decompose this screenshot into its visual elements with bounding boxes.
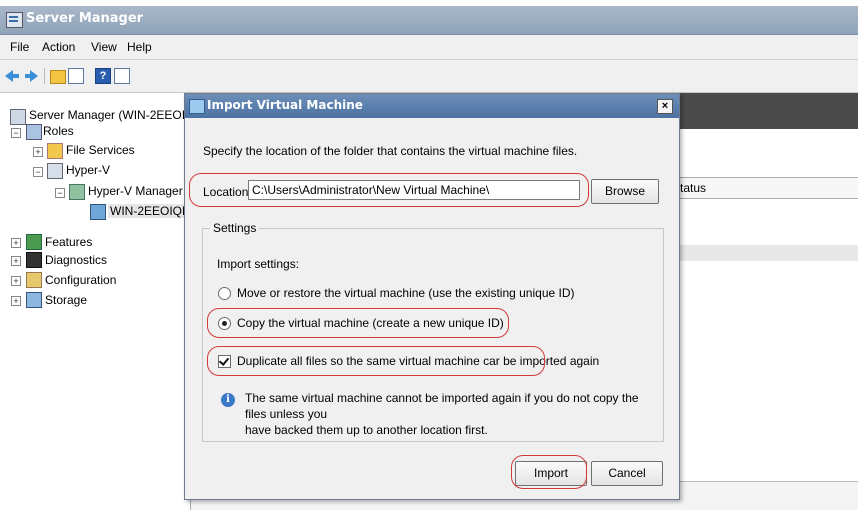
menu-file[interactable]: File	[10, 40, 29, 54]
hyperv-icon	[47, 163, 63, 179]
info-text-line-2: have backed them up to another location …	[245, 423, 488, 437]
tree-diagnostics[interactable]: Diagnostics	[45, 253, 107, 267]
expand-storage-icon[interactable]: +	[11, 296, 21, 306]
configuration-icon	[26, 272, 42, 288]
menu-view[interactable]: View	[91, 40, 117, 54]
roles-icon	[26, 124, 42, 140]
close-icon[interactable]: ×	[657, 99, 673, 114]
duplicate-option-highlight	[207, 346, 545, 376]
features-icon	[26, 234, 42, 250]
back-arrow-icon[interactable]	[4, 68, 20, 84]
collapse-roles-icon[interactable]: −	[11, 128, 21, 138]
server-manager-icon	[6, 12, 23, 28]
tree-features[interactable]: Features	[45, 235, 92, 249]
status-column-header[interactable]: Status	[671, 177, 858, 199]
browse-button[interactable]: Browse	[591, 179, 659, 204]
toolbar: ?	[0, 60, 858, 93]
action-pane-icon[interactable]	[114, 68, 130, 84]
tree-storage[interactable]: Storage	[45, 293, 87, 307]
import-vm-dialog: Import Virtual Machine × Specify the loc…	[184, 93, 680, 500]
menu-help[interactable]: Help	[127, 40, 152, 54]
console-tree: Server Manager (WIN-2EEOIQF0E − Roles + …	[0, 93, 216, 510]
expand-configuration-icon[interactable]: +	[11, 276, 21, 286]
info-text-line-1: The same virtual machine cannot be impor…	[245, 391, 639, 421]
help-icon[interactable]: ?	[95, 68, 111, 84]
up-folder-icon[interactable]	[50, 70, 66, 84]
expand-features-icon[interactable]: +	[11, 238, 21, 248]
expand-file-services-icon[interactable]: +	[33, 147, 43, 157]
file-services-icon	[47, 143, 63, 159]
move-restore-label[interactable]: Move or restore the virtual machine (use…	[237, 286, 575, 300]
info-icon: i	[221, 393, 235, 407]
menu-action[interactable]: Action	[42, 40, 75, 54]
tree-file-services[interactable]: File Services	[66, 143, 135, 157]
expand-diagnostics-icon[interactable]: +	[11, 256, 21, 266]
server-manager-icon	[10, 109, 26, 125]
toolbar-separator	[44, 68, 45, 84]
info-text: The same virtual machine cannot be impor…	[245, 390, 645, 438]
cancel-button[interactable]: Cancel	[591, 461, 663, 486]
location-highlight	[189, 173, 589, 207]
dialog-title: Import Virtual Machine	[207, 98, 363, 112]
dialog-intro: Specify the location of the folder that …	[203, 144, 578, 158]
storage-icon	[26, 292, 42, 308]
move-restore-radio[interactable]	[218, 287, 231, 300]
show-hide-tree-icon[interactable]	[68, 68, 84, 84]
tree-roles[interactable]: Roles	[43, 124, 74, 138]
import-settings-label: Import settings:	[217, 257, 300, 271]
forward-arrow-icon[interactable]	[24, 68, 40, 84]
server-icon	[90, 204, 106, 220]
collapse-hyperv-manager-icon[interactable]: −	[55, 188, 65, 198]
vm-icon	[189, 99, 205, 114]
tree-hyperv[interactable]: Hyper-V	[66, 163, 110, 177]
menu-bar: File Action View Help	[0, 35, 858, 60]
settings-legend: Settings	[210, 221, 260, 235]
window-titlebar: Server Manager	[0, 6, 858, 35]
collapse-hyperv-icon[interactable]: −	[33, 167, 43, 177]
hyperv-manager-icon	[69, 184, 85, 200]
tree-hyperv-manager[interactable]: Hyper-V Manager	[88, 184, 183, 198]
window-title: Server Manager	[26, 11, 144, 26]
copy-option-highlight	[207, 308, 509, 338]
dialog-titlebar: Import Virtual Machine ×	[185, 94, 679, 118]
diagnostics-icon	[26, 252, 42, 268]
import-button-highlight	[511, 455, 587, 489]
tree-configuration[interactable]: Configuration	[45, 273, 116, 287]
